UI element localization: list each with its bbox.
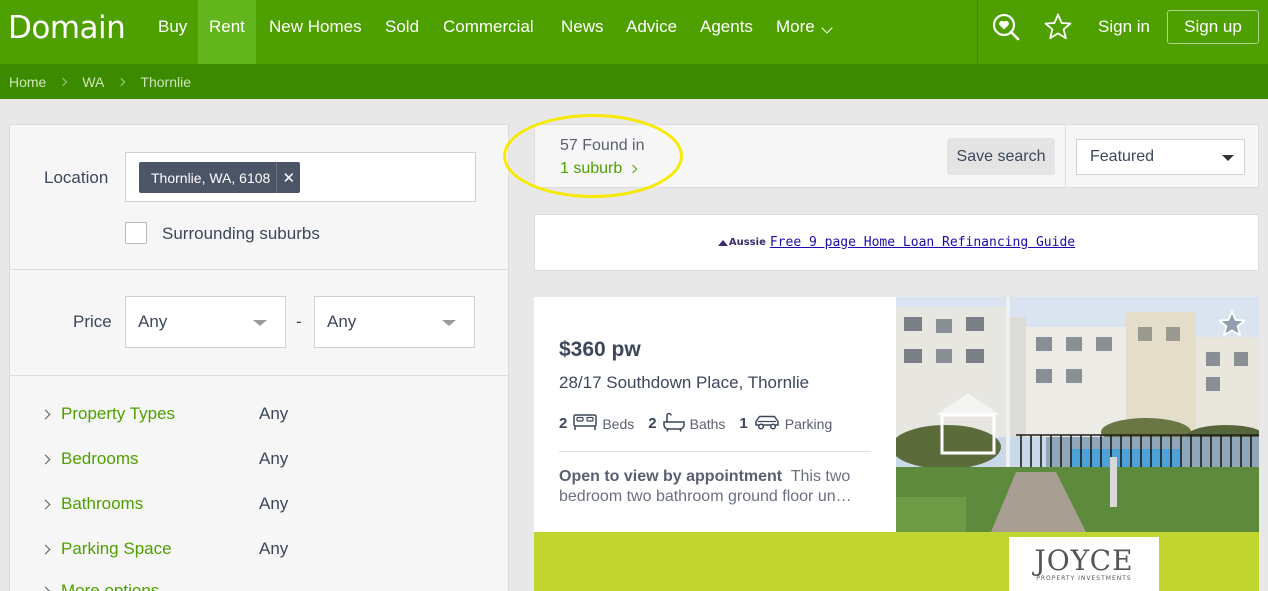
chevron-right-icon [40, 586, 51, 591]
filter-bathrooms-value: Any [259, 494, 289, 513]
listing-info: $360 pw 28/17 Southdown Place, Thornlie … [534, 297, 896, 532]
sign-up-button[interactable]: Sign up [1167, 10, 1259, 44]
divider [559, 451, 871, 452]
nav-advice[interactable]: Advice [615, 0, 688, 64]
top-navigation: Domain Buy Rent New Homes Sold Commercia… [0, 0, 1268, 64]
chevron-right-icon [40, 544, 51, 554]
chevron-right-icon [40, 499, 51, 509]
surrounding-suburbs-checkbox[interactable] [125, 222, 147, 244]
breadcrumb-wa[interactable]: WA [82, 74, 104, 90]
price-separator: - [296, 312, 302, 331]
price-min-select[interactable]: Any [125, 296, 286, 348]
filter-bedrooms-value: Any [259, 449, 289, 468]
ad-banner: Aussie Free 9 page Home Loan Refinancing… [534, 214, 1259, 271]
listing-card[interactable]: $360 pw 28/17 Southdown Place, Thornlie … [534, 297, 1259, 591]
sign-in-link[interactable]: Sign in [1098, 0, 1150, 54]
price-max-select[interactable]: Any [314, 296, 475, 348]
beds-label: Beds [602, 415, 635, 432]
location-chip-label: Thornlie, WA, 6108 [151, 169, 271, 186]
caret-down-icon [442, 320, 456, 326]
ad-link[interactable]: Free 9 page Home Loan Refinancing Guide [770, 235, 1075, 250]
domain-logo[interactable]: Domain [8, 10, 126, 46]
breadcrumb-home[interactable]: Home [9, 74, 46, 90]
baths-label: Baths [689, 415, 726, 432]
sort-select[interactable]: Featured [1076, 139, 1245, 175]
agency-logo-subtitle: PROPERTY INVESTMENTS [1036, 574, 1132, 582]
nav-rent[interactable]: Rent [198, 0, 256, 64]
price-max-value: Any [327, 312, 357, 331]
chevron-right-icon [59, 77, 68, 86]
filter-property-types-value: Any [259, 404, 289, 423]
nav-new-homes[interactable]: New Homes [258, 0, 373, 64]
location-label: Location [44, 168, 109, 187]
chevron-right-icon [40, 454, 51, 464]
filter-property-types[interactable]: Property Types [40, 404, 176, 424]
chevron-right-icon [117, 77, 126, 86]
listing-description-headline: Open to view by appointment [559, 468, 783, 485]
caret-down-icon [1222, 155, 1234, 161]
filter-parking-space-label: Parking Space [61, 539, 172, 558]
location-chip: Thornlie, WA, 6108 ✕ [139, 162, 301, 193]
nav-agents[interactable]: Agents [689, 0, 764, 64]
chevron-right-icon [40, 409, 51, 419]
filter-panel: Location Thornlie, WA, 6108 ✕ Surroundin… [9, 124, 509, 591]
breadcrumb: Home WA Thornlie [0, 64, 1268, 99]
price-min-value: Any [138, 312, 168, 331]
filter-bathrooms[interactable]: Bathrooms [40, 494, 144, 514]
shortlist-search-icon[interactable] [991, 12, 1021, 47]
nav-buy[interactable]: Buy [147, 0, 198, 64]
agency-band: JOYCE PROPERTY INVESTMENTS [534, 532, 1259, 591]
filter-bathrooms-label: Bathrooms [61, 494, 144, 513]
parking-count: 1 [739, 415, 748, 432]
filter-more-options[interactable]: More options [40, 581, 160, 591]
star-icon[interactable] [1217, 309, 1247, 344]
listing-price: $360 pw [559, 338, 641, 361]
filter-parking-space[interactable]: Parking Space [40, 539, 172, 559]
bath-icon [662, 412, 685, 435]
nav-more-label: More [776, 17, 815, 36]
filter-bedrooms[interactable]: Bedrooms [40, 449, 139, 469]
breadcrumb-thornlie[interactable]: Thornlie [140, 74, 191, 90]
listing-description: Open to view by appointment This two bed… [559, 467, 874, 507]
nav-news[interactable]: News [550, 0, 615, 64]
surrounding-suburbs-label: Surrounding suburbs [162, 224, 320, 243]
location-section: Location Thornlie, WA, 6108 ✕ Surroundin… [10, 125, 508, 270]
nav-commercial[interactable]: Commercial [432, 0, 545, 64]
agency-logo-name: JOYCE [1034, 543, 1134, 577]
beds-count: 2 [559, 415, 568, 432]
close-icon[interactable]: ✕ [276, 162, 300, 193]
baths-count: 2 [648, 415, 657, 432]
price-label: Price [73, 312, 112, 331]
house-icon [717, 239, 728, 246]
listing-photo[interactable] [896, 297, 1259, 532]
nav-sold[interactable]: Sold [374, 0, 430, 64]
price-section: Price Any - Any [10, 270, 508, 376]
divider [1065, 125, 1066, 187]
nav-more[interactable]: More [765, 0, 842, 64]
save-search-button[interactable]: Save search [947, 138, 1055, 175]
filter-property-types-label: Property Types [61, 404, 176, 423]
star-icon[interactable] [1043, 12, 1073, 47]
location-input[interactable]: Thornlie, WA, 6108 ✕ [125, 152, 476, 202]
car-icon [754, 413, 780, 434]
aussie-logo: Aussie [717, 237, 766, 248]
highlight-circle [503, 114, 683, 198]
caret-down-icon [253, 320, 267, 326]
filter-bedrooms-label: Bedrooms [61, 449, 139, 468]
aussie-logo-label: Aussie [728, 237, 766, 248]
bed-icon [573, 413, 598, 434]
listing-features: 2 Beds 2 Baths 1 Parking [559, 412, 846, 435]
nav-divider [977, 0, 978, 64]
filter-parking-space-value: Any [259, 539, 289, 558]
sort-value: Featured [1090, 148, 1155, 165]
chevron-down-icon [821, 22, 833, 34]
filter-more-options-label: More options [61, 581, 160, 591]
parking-label: Parking [784, 415, 833, 432]
listing-address[interactable]: 28/17 Southdown Place, Thornlie [559, 373, 809, 393]
agency-logo[interactable]: JOYCE PROPERTY INVESTMENTS [1009, 537, 1159, 591]
